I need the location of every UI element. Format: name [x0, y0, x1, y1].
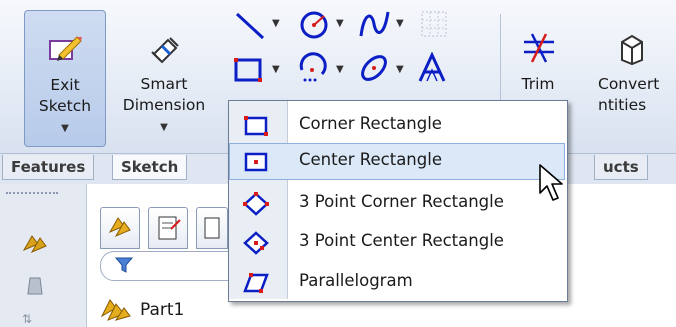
menu-item-label: 3 Point Corner Rectangle — [299, 192, 504, 211]
tab-feature-tree[interactable] — [100, 207, 140, 249]
pane-grip[interactable] — [6, 192, 58, 197]
tab-products[interactable]: ucts — [594, 155, 648, 180]
smart-dimension-label-line2: Dimension — [122, 96, 206, 114]
spline-tool-icon[interactable] — [358, 8, 390, 40]
ellipse-tool-icon[interactable] — [358, 52, 390, 84]
property-manager-icon — [158, 216, 181, 240]
3-point-center-rectangle-icon — [243, 231, 269, 255]
corner-rectangle-icon — [244, 116, 268, 136]
menu-item-center-rectangle[interactable]: Center Rectangle — [229, 143, 565, 180]
tab-property-manager[interactable] — [148, 207, 188, 249]
menu-item-label: 3 Point Center Rectangle — [299, 231, 504, 250]
rectangle-tool-dropdown-arrow[interactable]: ▼ — [272, 64, 280, 75]
menu-item-label: Corner Rectangle — [299, 114, 442, 133]
smart-dimension-dropdown-arrow[interactable]: ▼ — [112, 122, 216, 133]
side-strip-more-icon[interactable]: ⇅ — [22, 312, 32, 326]
exit-sketch-icon — [49, 36, 82, 61]
tab-configuration-manager[interactable] — [196, 207, 228, 249]
assembly-icon[interactable] — [20, 230, 50, 260]
convert-entities-label-line1: Convert — [598, 75, 660, 93]
3-point-corner-rectangle-icon — [243, 192, 269, 216]
menu-item-label: Center Rectangle — [299, 150, 442, 169]
convert-entities-icon — [621, 34, 643, 66]
menu-item-corner-rectangle[interactable]: Corner Rectangle — [229, 107, 565, 144]
menu-item-parallelogram[interactable]: Parallelogram — [229, 264, 565, 301]
rectangle-tool-icon[interactable] — [232, 54, 264, 86]
circle-tool-icon[interactable] — [298, 8, 330, 40]
circle-tool-dropdown-arrow[interactable]: ▼ — [336, 18, 344, 29]
part-bell-icon[interactable] — [22, 274, 48, 300]
smart-dimension-button[interactable]: Smart Dimension ▼ — [112, 10, 216, 145]
feature-tree-root-label[interactable]: Part1 — [140, 300, 184, 320]
exit-sketch-label-line1: Exit — [50, 76, 80, 94]
configuration-manager-icon — [204, 217, 220, 239]
exit-sketch-button[interactable]: Exit Sketch ▼ — [24, 10, 106, 147]
ellipse-tool-dropdown-arrow[interactable]: ▼ — [396, 64, 404, 75]
smart-dimension-icon — [151, 37, 179, 64]
filter-icon[interactable] — [115, 256, 133, 274]
menu-item-3-point-corner-rectangle[interactable]: 3 Point Corner Rectangle — [229, 185, 565, 222]
center-rectangle-icon — [244, 152, 268, 172]
centerpoint-arc-tool-icon[interactable] — [296, 52, 328, 84]
line-tool-dropdown-arrow[interactable]: ▼ — [272, 18, 280, 29]
tab-features[interactable]: Features — [2, 155, 95, 180]
mouse-pointer-icon — [539, 164, 563, 201]
arc-tool-dropdown-arrow[interactable]: ▼ — [336, 64, 344, 75]
line-tool-icon[interactable] — [234, 10, 266, 42]
tab-sketch[interactable]: Sketch — [112, 155, 188, 180]
point-grid-icon — [421, 11, 447, 37]
convert-entities-label-line2: ntities — [598, 96, 647, 114]
menu-item-label: Parallelogram — [299, 271, 413, 290]
convert-entities-button[interactable]: Convert ntities — [590, 10, 676, 145]
smart-dimension-label-line1: Smart — [140, 75, 188, 93]
spline-tool-dropdown-arrow[interactable]: ▼ — [396, 18, 404, 29]
trim-icon — [524, 33, 554, 63]
part-icon — [100, 299, 131, 321]
exit-sketch-label-line2: Sketch — [38, 97, 92, 115]
feature-manager-side-strip: ⇅ — [0, 184, 87, 327]
feature-tree-icon — [108, 217, 131, 238]
text-tool-icon[interactable] — [416, 52, 448, 84]
parallelogram-icon — [243, 273, 269, 293]
menu-item-3-point-center-rectangle[interactable]: 3 Point Center Rectangle — [229, 224, 565, 261]
exit-sketch-dropdown-arrow[interactable]: ▼ — [25, 123, 105, 134]
trim-label: Trim — [521, 75, 555, 93]
